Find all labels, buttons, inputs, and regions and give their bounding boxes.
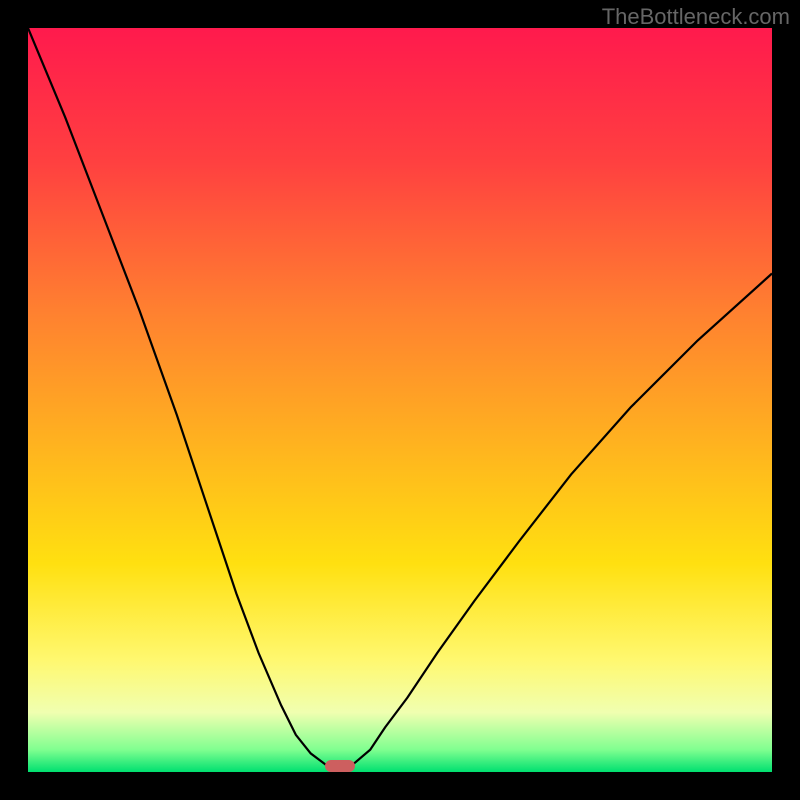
left-curve-line <box>28 28 341 772</box>
chart-plot-area <box>28 28 772 772</box>
bottleneck-curves <box>28 28 772 772</box>
right-curve-line <box>341 274 773 773</box>
watermark-text: TheBottleneck.com <box>602 4 790 30</box>
optimal-marker <box>325 760 355 772</box>
